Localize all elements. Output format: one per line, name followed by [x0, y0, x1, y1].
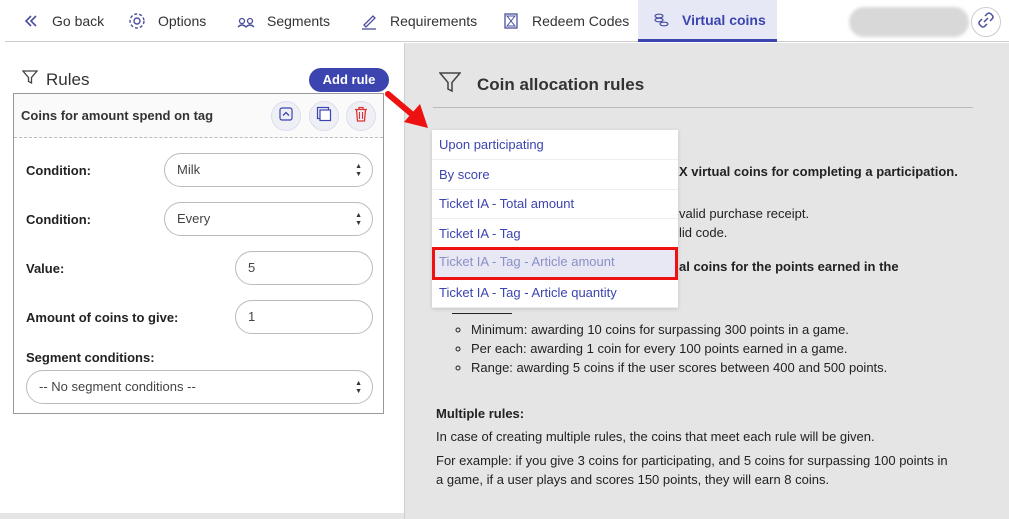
rules-panel: Rules Add rule Coins for amount spend on…: [0, 43, 404, 519]
condition2-value: Every: [177, 211, 211, 226]
dropdown-option[interactable]: Upon participating: [432, 130, 678, 160]
tab-virtual-coins[interactable]: Virtual coins: [638, 0, 777, 42]
score-bullets: Minimum: awarding 10 coins for surpassin…: [455, 320, 887, 377]
link-button[interactable]: [971, 7, 1001, 37]
add-rule-button[interactable]: Add rule: [309, 68, 389, 92]
user-avatar-pill[interactable]: [849, 7, 969, 37]
pen-icon: [360, 12, 378, 30]
rule-card: Coins for amount spend on tag Condition:…: [13, 93, 384, 414]
dropdown-option[interactable]: By score: [432, 160, 678, 190]
info-line-1: X virtual coins for completing a partici…: [679, 164, 958, 179]
multiple-rules-p2b: a game, if a user plays and scores 150 p…: [436, 472, 830, 487]
bullet-item: Range: awarding 5 coins if the user scor…: [471, 358, 887, 377]
condition1-select[interactable]: Milk ▲ ▼: [164, 153, 373, 187]
duplicate-button[interactable]: [309, 101, 339, 131]
hourglass-icon: [502, 12, 520, 30]
divider: [433, 107, 973, 108]
segment-label: Segment conditions:: [26, 350, 155, 365]
dropdown-option[interactable]: Ticket IA - Tag - Article quantity: [432, 278, 678, 308]
tab-options[interactable]: Options: [128, 0, 206, 42]
value-label: Value:: [26, 261, 65, 276]
red-arrow-annotation: [385, 91, 428, 128]
tab-segments-label: Segments: [267, 13, 331, 29]
value-input[interactable]: 5: [235, 251, 373, 285]
info-line-4: al coins for the points earned in the: [679, 259, 899, 274]
tab-requirements[interactable]: Requirements: [360, 0, 477, 42]
condition1-value: Milk: [177, 162, 201, 177]
dropdown-option[interactable]: Ticket IA - Total amount: [432, 189, 678, 219]
rules-heading: Rules: [21, 69, 90, 90]
dropdown-option[interactable]: Ticket IA - Tag: [432, 219, 678, 249]
condition2-select[interactable]: Every ▲ ▼: [164, 202, 373, 236]
info-line-3: lid code.: [679, 225, 728, 240]
rule-card-header: Coins for amount spend on tag: [14, 94, 383, 138]
multiple-rules-p2a: For example: if you give 3 coins for par…: [436, 453, 948, 468]
coins-input[interactable]: 1: [235, 300, 373, 334]
segment-select[interactable]: -- No segment conditions -- ▲ ▼: [26, 370, 373, 404]
link-icon: [978, 11, 994, 33]
coins-input-text: 1: [248, 309, 256, 324]
go-back-label: Go back: [52, 13, 105, 29]
chevron-up-icon: [279, 106, 293, 126]
bottom-strip: [0, 513, 404, 519]
trash-icon: [353, 106, 369, 127]
select-arrows-icon: ▲ ▼: [355, 212, 362, 227]
go-back-button[interactable]: Go back: [22, 0, 104, 42]
tab-segments[interactable]: Segments: [237, 0, 330, 42]
condition2-label: Condition:: [26, 212, 91, 227]
coins-stack-icon: [652, 11, 670, 29]
tab-redeem-codes[interactable]: Redeem Codes: [502, 0, 629, 42]
copy-icon: [316, 106, 332, 127]
filter-icon: [21, 69, 46, 90]
tab-options-label: Options: [158, 13, 207, 29]
dropdown-option-highlighted[interactable]: Ticket IA - Tag - Article amount: [432, 247, 678, 280]
segment-value: -- No segment conditions --: [39, 379, 196, 394]
select-arrows-icon: ▲ ▼: [355, 380, 362, 395]
collapse-button[interactable]: [271, 101, 301, 131]
multiple-rules-p1: In case of creating multiple rules, the …: [436, 429, 875, 444]
users-icon: [237, 12, 255, 30]
tab-virtual-coins-label: Virtual coins: [682, 11, 766, 28]
bullet-item: Minimum: awarding 10 coins for surpassin…: [471, 320, 887, 339]
select-arrows-icon: ▲ ▼: [355, 163, 362, 178]
tab-redeem-codes-label: Redeem Codes: [532, 13, 630, 29]
value-input-text: 5: [248, 260, 256, 275]
delete-button[interactable]: [346, 101, 376, 131]
double-chevron-left-icon: [22, 12, 40, 30]
rule-type-dropdown: Upon participating By score Ticket IA - …: [432, 130, 678, 308]
allocation-title: Coin allocation rules: [477, 74, 645, 94]
underline-mark: [452, 313, 512, 314]
bullet-item: Per each: awarding 1 coin for every 100 …: [471, 339, 887, 358]
allocation-heading: Coin allocation rules: [438, 71, 645, 98]
rules-title: Rules: [46, 69, 90, 89]
filter-icon: [438, 71, 477, 98]
tab-requirements-label: Requirements: [390, 13, 478, 29]
condition1-label: Condition:: [26, 163, 91, 178]
rule-card-title: Coins for amount spend on tag: [21, 108, 214, 123]
gear-icon: [128, 12, 146, 30]
top-nav: Go back Options Segments Requirements Re…: [5, 0, 1009, 42]
info-line-2: valid purchase receipt.: [679, 206, 810, 221]
multiple-rules-title: Multiple rules:: [436, 406, 525, 421]
coins-label: Amount of coins to give:: [26, 310, 179, 325]
